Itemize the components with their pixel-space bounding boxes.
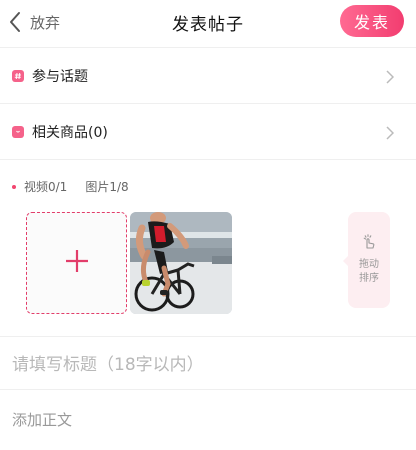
drag-sort-label: 拖动排序 [359, 259, 379, 284]
tap-hand-icon [361, 234, 377, 254]
image-count: 图片1/8 [85, 180, 129, 194]
drag-sort-tip: 拖动排序 [343, 212, 390, 308]
hashtag-icon [12, 70, 24, 82]
chevron-right-icon [386, 69, 395, 88]
post-editor-page: 放弃 发表帖子 发表 参与话题 相关商品(0) 视频0/1 图片1/8 拖动排序… [0, 0, 416, 450]
top-bar: 放弃 发表帖子 发表 [0, 0, 416, 44]
shopping-bag-icon [12, 126, 24, 138]
title-input[interactable]: 请填写标题（18字以内） [12, 350, 404, 375]
uploaded-photo-thumbnail[interactable] [130, 212, 232, 314]
cyclist-photo [130, 212, 232, 314]
bullet-dot [12, 184, 16, 189]
body-input[interactable]: 添加正文 [12, 409, 404, 430]
topic-label: 参与话题 [32, 69, 88, 85]
divider [0, 159, 416, 160]
divider [0, 389, 416, 390]
media-count: 视频0/1 图片1/8 [12, 178, 129, 195]
chevron-right-icon [386, 125, 395, 144]
video-count: 视频0/1 [24, 180, 68, 194]
divider [0, 336, 416, 337]
related-goods-row[interactable]: 相关商品(0) [0, 104, 416, 160]
add-media-button[interactable] [26, 212, 127, 314]
related-goods-label: 相关商品(0) [32, 125, 108, 141]
publish-button[interactable]: 发表 [340, 5, 404, 37]
plus-icon [65, 249, 89, 277]
topic-row[interactable]: 参与话题 [0, 48, 416, 104]
